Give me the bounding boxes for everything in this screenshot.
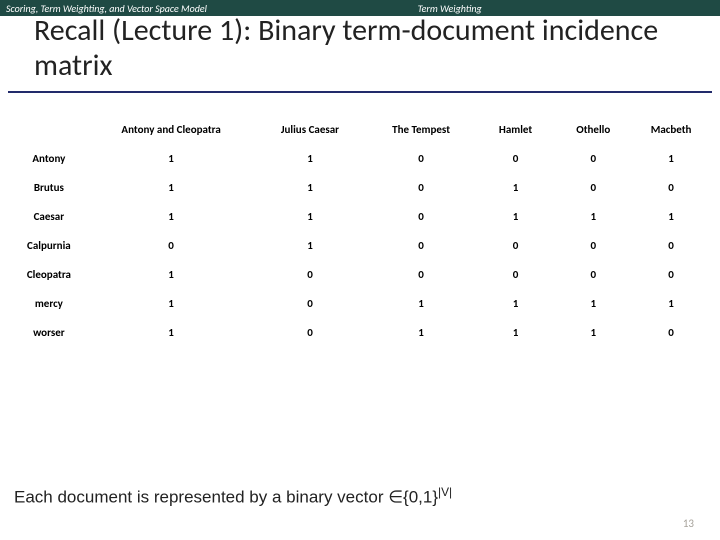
footer-set: {0,1} bbox=[403, 488, 438, 507]
header-left: Scoring, Term Weighting, and Vector Spac… bbox=[6, 2, 207, 15]
cell: 0 bbox=[632, 231, 710, 260]
cell: 0 bbox=[366, 231, 477, 260]
col-header: Antony and Cleopatra bbox=[88, 115, 255, 144]
cell: 1 bbox=[554, 289, 632, 318]
col-header: The Tempest bbox=[366, 115, 477, 144]
cell: 1 bbox=[88, 144, 255, 173]
cell: 1 bbox=[254, 144, 365, 173]
cell: 0 bbox=[254, 318, 365, 347]
cell: 1 bbox=[477, 173, 555, 202]
title-underline bbox=[8, 91, 712, 93]
cell: 1 bbox=[254, 173, 365, 202]
cell: 1 bbox=[554, 318, 632, 347]
table-header-row: Antony and Cleopatra Julius Caesar The T… bbox=[10, 115, 710, 144]
cell: 0 bbox=[88, 231, 255, 260]
cell: 0 bbox=[554, 173, 632, 202]
row-header: worser bbox=[10, 318, 88, 347]
cell: 1 bbox=[254, 231, 365, 260]
cell: 1 bbox=[88, 260, 255, 289]
cell: 0 bbox=[632, 173, 710, 202]
header-bar: Scoring, Term Weighting, and Vector Spac… bbox=[0, 0, 720, 16]
cell: 0 bbox=[366, 202, 477, 231]
cell: 0 bbox=[254, 289, 365, 318]
table-row: Antony 1 1 0 0 0 1 bbox=[10, 144, 710, 173]
table-row: worser 1 0 1 1 1 0 bbox=[10, 318, 710, 347]
row-header: Brutus bbox=[10, 173, 88, 202]
cell: 0 bbox=[254, 260, 365, 289]
cell: 0 bbox=[554, 231, 632, 260]
cell: 0 bbox=[554, 260, 632, 289]
cell: 0 bbox=[366, 173, 477, 202]
cell: 0 bbox=[366, 144, 477, 173]
footer-in: ∈ bbox=[388, 488, 403, 507]
table-row: Brutus 1 1 0 1 0 0 bbox=[10, 173, 710, 202]
cell: 1 bbox=[88, 289, 255, 318]
footer-text: Each document is represented by a binary… bbox=[14, 485, 706, 508]
cell: 0 bbox=[477, 260, 555, 289]
cell: 1 bbox=[632, 202, 710, 231]
cell: 0 bbox=[632, 260, 710, 289]
col-header: Macbeth bbox=[632, 115, 710, 144]
cell: 1 bbox=[477, 318, 555, 347]
cell: 1 bbox=[632, 289, 710, 318]
row-header: Caesar bbox=[10, 202, 88, 231]
row-header: Cleopatra bbox=[10, 260, 88, 289]
cell: 1 bbox=[366, 289, 477, 318]
footer-sup: |V| bbox=[438, 485, 452, 499]
cell: 0 bbox=[366, 260, 477, 289]
col-header: Julius Caesar bbox=[254, 115, 365, 144]
cell: 1 bbox=[366, 318, 477, 347]
footer-prefix: Each document is represented by a binary… bbox=[14, 488, 388, 507]
cell: 0 bbox=[477, 144, 555, 173]
header-right: Term Weighting bbox=[418, 2, 482, 15]
cell: 1 bbox=[554, 202, 632, 231]
cell: 1 bbox=[632, 144, 710, 173]
cell: 1 bbox=[477, 202, 555, 231]
incidence-matrix: Antony and Cleopatra Julius Caesar The T… bbox=[10, 115, 710, 347]
col-header: Hamlet bbox=[477, 115, 555, 144]
cell: 0 bbox=[632, 318, 710, 347]
row-header: mercy bbox=[10, 289, 88, 318]
row-header: Antony bbox=[10, 144, 88, 173]
row-header: Calpurnia bbox=[10, 231, 88, 260]
slide-title: Recall (Lecture 1): Binary term-document… bbox=[0, 14, 720, 91]
cell: 1 bbox=[254, 202, 365, 231]
table-row: mercy 1 0 1 1 1 1 bbox=[10, 289, 710, 318]
page-number: 13 bbox=[683, 517, 694, 530]
cell: 1 bbox=[477, 289, 555, 318]
cell: 0 bbox=[477, 231, 555, 260]
cell: 1 bbox=[88, 318, 255, 347]
col-header: Othello bbox=[554, 115, 632, 144]
cell: 1 bbox=[88, 173, 255, 202]
cell: 0 bbox=[554, 144, 632, 173]
cell: 1 bbox=[88, 202, 255, 231]
table-row: Calpurnia 0 1 0 0 0 0 bbox=[10, 231, 710, 260]
table-row: Caesar 1 1 0 1 1 1 bbox=[10, 202, 710, 231]
table-row: Cleopatra 1 0 0 0 0 0 bbox=[10, 260, 710, 289]
